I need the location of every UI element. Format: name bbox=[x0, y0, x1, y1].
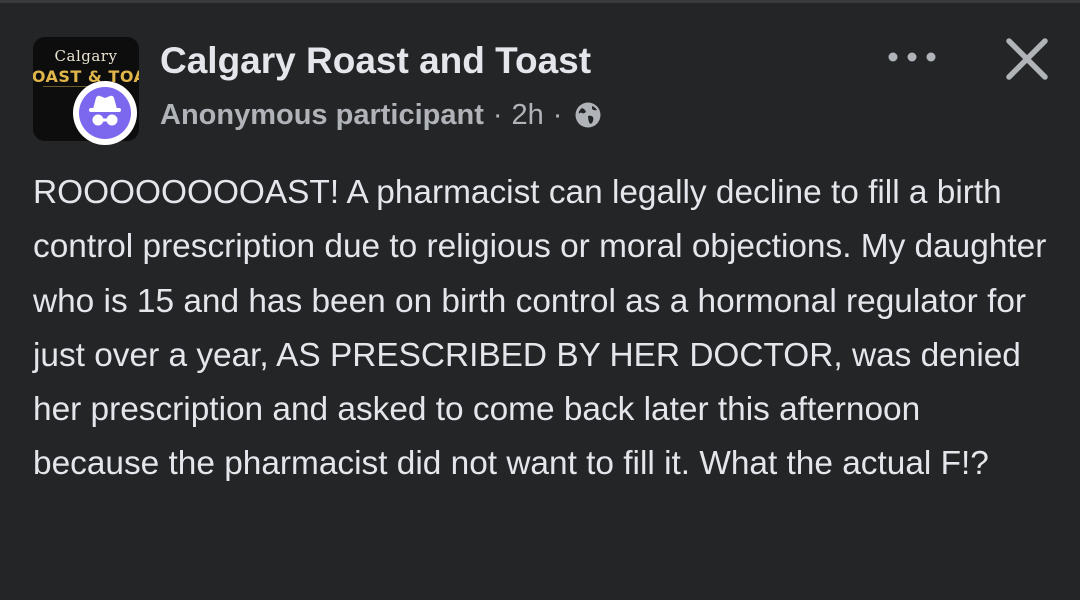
post-meta: Anonymous participant · 2h · bbox=[160, 95, 603, 135]
meta-separator: · bbox=[492, 98, 503, 131]
more-options-icon bbox=[888, 52, 936, 62]
post-timestamp[interactable]: 2h bbox=[512, 99, 544, 132]
meta-separator: · bbox=[552, 98, 563, 131]
close-button[interactable] bbox=[1003, 35, 1051, 83]
author-avatar-badge bbox=[79, 87, 131, 139]
group-logo-main-text: ROAST & TOAST bbox=[33, 67, 139, 86]
more-options-button[interactable] bbox=[884, 42, 940, 72]
globe-icon[interactable] bbox=[573, 100, 603, 130]
author-avatar[interactable] bbox=[73, 81, 137, 145]
group-name[interactable]: Calgary Roast and Toast bbox=[160, 40, 591, 82]
close-icon bbox=[1006, 38, 1048, 80]
author-name[interactable]: Anonymous participant bbox=[160, 99, 484, 132]
post-body-text: ROOOOOOOOAST! A pharmacist can legally d… bbox=[33, 174, 1047, 483]
incognito-icon bbox=[89, 95, 121, 126]
group-logo-top-text: Calgary bbox=[54, 47, 118, 65]
post-header: Calgary ROAST & TOAST Calgary Roast and … bbox=[0, 0, 1080, 150]
